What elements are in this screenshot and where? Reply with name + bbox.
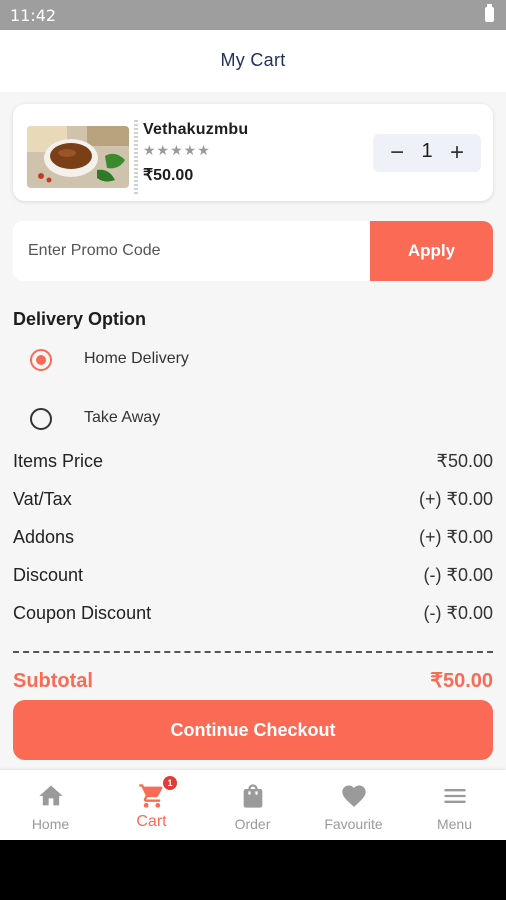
summary-value: (+) ₹0.00 xyxy=(419,489,493,509)
rating-stars: ★★★★★ xyxy=(143,142,211,158)
nav-item-label: Cart xyxy=(136,813,167,830)
increase-quantity-button[interactable]: + xyxy=(443,139,471,167)
promo-code-input[interactable] xyxy=(13,221,371,281)
nav-item-label: Home xyxy=(31,816,70,832)
nav-item-label: Order xyxy=(234,816,271,832)
summary-value: ₹50.00 xyxy=(436,451,494,471)
bag-icon xyxy=(239,782,267,810)
status-bar: 11:42 xyxy=(0,0,506,30)
summary-row-discount: Discount (-) ₹0.00 xyxy=(13,565,493,589)
item-price: ₹50.00 xyxy=(143,167,194,184)
battery-icon xyxy=(485,4,494,22)
summary-label: Coupon Discount xyxy=(13,603,152,623)
heart-icon xyxy=(340,782,368,810)
food-image xyxy=(27,126,129,188)
summary-row-addons: Addons (+) ₹0.00 xyxy=(13,527,493,551)
nav-item-order[interactable]: Order xyxy=(202,770,303,840)
nav-item-menu[interactable]: Menu xyxy=(404,770,505,840)
delivery-option-label: Home Delivery xyxy=(84,350,189,367)
summary-label: Vat/Tax xyxy=(13,489,72,509)
nav-item-favourite[interactable]: Favourite xyxy=(303,770,404,840)
home-icon xyxy=(37,782,65,810)
cart-item-card: Vethakuzmbu ★★★★★ ₹50.00 − 1 + xyxy=(13,104,493,201)
quantity-value: 1 xyxy=(421,140,433,162)
summary-value: (+) ₹0.00 xyxy=(419,527,493,547)
nav-item-cart[interactable]: 1 Cart xyxy=(101,770,202,840)
dashed-divider xyxy=(13,651,493,653)
summary-value: (-) ₹0.00 xyxy=(423,603,493,623)
subtotal-row: Subtotal ₹50.00 xyxy=(13,668,493,690)
decrease-quantity-button[interactable]: − xyxy=(383,139,411,167)
bottom-navigation: Home 1 Cart Order Favourite Menu xyxy=(0,770,506,840)
continue-checkout-button[interactable]: Continue Checkout xyxy=(13,700,493,760)
radio-unselected-icon[interactable] xyxy=(30,408,52,430)
summary-row-items-price: Items Price ₹50.00 xyxy=(13,451,493,475)
summary-value: (-) ₹0.00 xyxy=(423,565,493,585)
summary-row-vat-tax: Vat/Tax (+) ₹0.00 xyxy=(13,489,493,513)
radio-selected-icon[interactable] xyxy=(30,349,52,371)
apply-promo-button[interactable]: Apply xyxy=(370,221,493,281)
summary-label: Addons xyxy=(13,527,75,547)
subtotal-value: ₹50.00 xyxy=(430,670,493,690)
status-time: 11:42 xyxy=(10,6,57,25)
nav-item-home[interactable]: Home xyxy=(0,770,101,840)
cart-screen: 11:42 My Cart Vethakuzmbu ★★★★★ ₹50.00 −… xyxy=(0,0,506,840)
nav-item-label: Menu xyxy=(436,816,473,832)
menu-icon xyxy=(441,782,469,810)
summary-label: Items Price xyxy=(13,451,104,471)
app-bar: My Cart xyxy=(0,30,506,92)
delivery-option-heading: Delivery Option xyxy=(13,309,147,329)
cart-count-badge: 1 xyxy=(163,776,177,790)
image-watermark-strip xyxy=(131,118,141,198)
delivery-option-label: Take Away xyxy=(84,409,161,426)
cart-icon xyxy=(138,782,166,810)
quantity-stepper: − 1 + xyxy=(373,134,481,172)
item-name: Vethakuzmbu xyxy=(143,121,249,138)
promo-code-box: Apply xyxy=(13,221,493,281)
summary-label: Discount xyxy=(13,565,84,585)
nav-item-label: Favourite xyxy=(324,816,383,832)
page-title: My Cart xyxy=(220,50,286,70)
subtotal-label: Subtotal xyxy=(13,670,93,690)
summary-row-coupon-discount: Coupon Discount (-) ₹0.00 xyxy=(13,603,493,627)
